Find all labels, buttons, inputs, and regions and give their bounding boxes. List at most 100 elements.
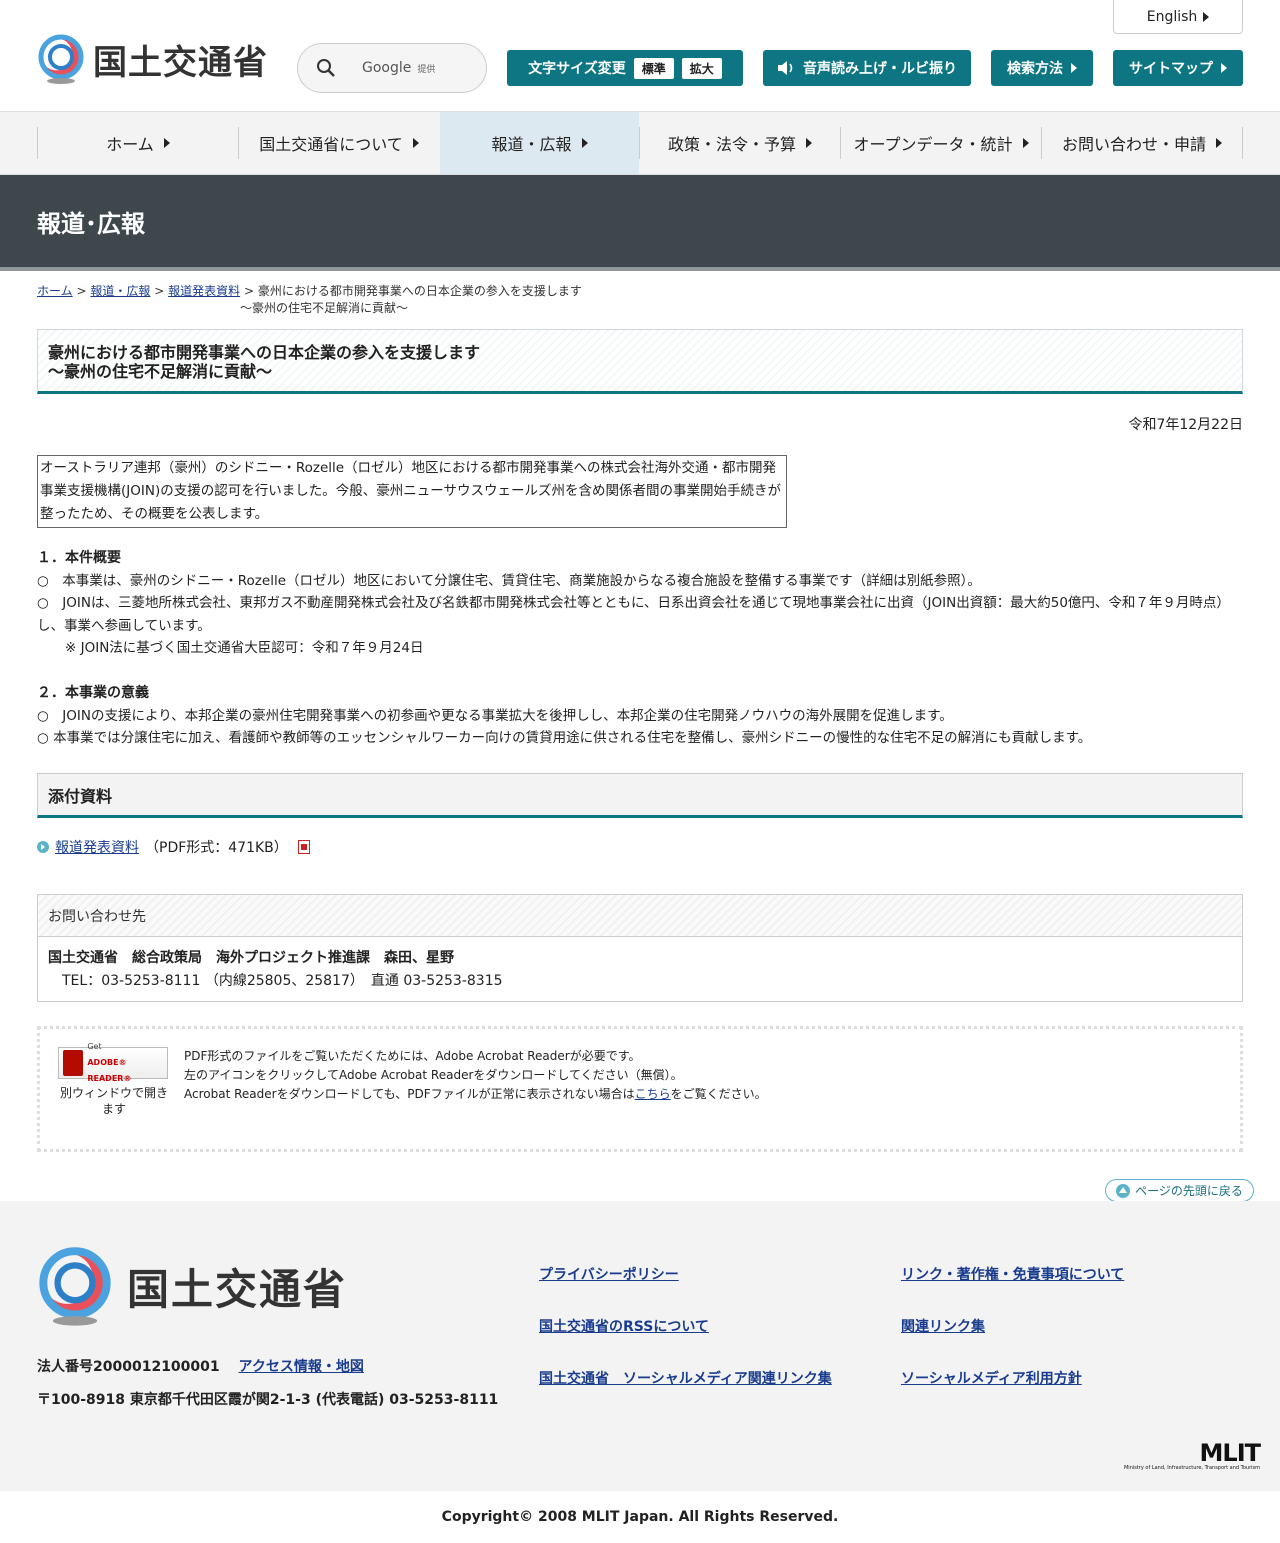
search-method-button[interactable]: 検索方法 <box>991 50 1093 86</box>
nav-item-press[interactable]: 報道・広報 <box>440 112 639 174</box>
breadcrumb-press[interactable]: 報道・広報 <box>90 284 150 298</box>
adobe-reader-icon: Get ADOBE® READER® <box>58 1042 168 1083</box>
intro-text: オーストラリア連邦（豪州）のシドニー・Rozelle（ロゼル）地区における都市開… <box>37 455 787 528</box>
contact-tel: TEL：03-5253-8111 （内線25805、25817） 直通 03-5… <box>62 973 503 989</box>
attachment-link[interactable]: 報道発表資料 <box>55 837 139 857</box>
search-method-label: 検索方法 <box>1007 61 1063 77</box>
breadcrumb-sep: > <box>76 284 87 298</box>
note: ※ JOIN法に基づく国土交通省大臣認可：令和７年９月24日 <box>65 640 424 656</box>
adobe-reader-notice: Get ADOBE® READER® 別ウィンドウで開きます PDF形式のファイ… <box>37 1026 1243 1152</box>
nav-label: 国土交通省について <box>259 135 403 154</box>
arrow-right-icon <box>1221 63 1227 73</box>
back-to-top-label: ページの先頭に戻る <box>1135 1184 1243 1198</box>
page-title-box: 豪州における都市開発事業への日本企業の参入を支援します ～豪州の住宅不足解消に貢… <box>37 329 1243 394</box>
footer-link-social[interactable]: 国土交通省 ソーシャルメディア関連リンク集 <box>539 1368 832 1388</box>
search-provider: Google <box>362 60 412 76</box>
paragraph: ○ JOINは、三菱地所株式会社、東邦ガス不動産開発株式会社及び名鉄都市開発株式… <box>37 595 1230 634</box>
font-large-button[interactable]: 拡大 <box>681 57 722 79</box>
breadcrumb-current: 豪州における都市開発事業への日本企業の参入を支援します <box>257 284 582 298</box>
nav-item-contact[interactable]: お問い合わせ・申請 <box>1042 112 1242 174</box>
arrow-right-icon <box>163 138 170 148</box>
voice-label: 音声読み上げ・ルビ振り <box>803 61 957 77</box>
section-overview: １．本件概要 ○ 本事業は、豪州のシドニー・Rozelle（ロゼル）地区において… <box>37 547 1243 660</box>
site-footer: 国土交通省 法人番号2000012100001 アクセス情報・地図 〒100-8… <box>0 1201 1280 1491</box>
section-band: 報道･広報 <box>0 175 1280 271</box>
english-label: English <box>1146 8 1198 25</box>
search-icon <box>317 59 335 77</box>
adobe-reader-badge[interactable]: Get ADOBE® READER® 別ウィンドウで開きます <box>58 1042 170 1131</box>
nav-item-opendata[interactable]: オープンデータ・統計 <box>841 112 1041 174</box>
page-title: 豪州における都市開発事業への日本企業の参入を支援します <box>48 343 481 362</box>
copyright: Copyright© 2008 MLIT Japan. All Rights R… <box>0 1491 1280 1543</box>
nav-label: お問い合わせ・申請 <box>1061 135 1206 154</box>
section-significance: ２．本事業の意義 ○ JOINの支援により、本邦企業の豪州住宅開発事業への初参画… <box>37 682 1243 750</box>
nav-item-about[interactable]: 国土交通省について <box>239 112 439 174</box>
arrow-right-icon <box>581 138 588 148</box>
footer-link-social-policy[interactable]: ソーシャルメディア利用方針 <box>901 1368 1082 1388</box>
paragraph: ○ 本事業は、豪州のシドニー・Rozelle（ロゼル）地区において分譲住宅、賃貸… <box>37 572 981 589</box>
search-input[interactable]: Google 提供 <box>297 43 487 93</box>
adobe-name: ADOBE® READER® <box>87 1058 132 1083</box>
nav-item-home[interactable]: ホーム <box>38 112 238 174</box>
pdf-icon <box>297 840 310 854</box>
search-provider-sub: 提供 <box>417 64 436 75</box>
footer-link-related[interactable]: 関連リンク集 <box>901 1316 985 1336</box>
footer-link-copyright[interactable]: リンク・著作権・免責事項について <box>901 1264 1124 1284</box>
footer-address: 〒100-8918 東京都千代田区霞が関2-1-3 (代表電話) 03-5253… <box>37 1392 499 1408</box>
arrow-right-icon <box>412 138 419 148</box>
font-standard-button[interactable]: 標準 <box>633 57 674 79</box>
mlit-logo: MLIT <box>1199 1439 1261 1467</box>
arrow-circle-icon <box>37 841 49 853</box>
arrow-up-icon <box>1116 1183 1131 1198</box>
footer-link-privacy[interactable]: プライバシーポリシー <box>539 1264 679 1284</box>
section-heading: １．本件概要 <box>37 550 121 566</box>
arrow-right-icon <box>1022 138 1029 148</box>
attachments-heading: 添付資料 <box>37 773 1243 818</box>
mlit-wordmark: MLIT Ministry of Land, Infrastructure, T… <box>1100 1439 1261 1471</box>
arrow-right-icon <box>806 138 812 148</box>
mlit-subtitle: Ministry of Land, Infrastructure, Transp… <box>1123 1465 1260 1471</box>
adobe-line: をご覧ください。 <box>670 1087 767 1101</box>
breadcrumb-current-sub: ～豪州の住宅不足解消に貢献～ <box>240 301 409 315</box>
attachment-item: 報道発表資料 （PDF形式：471KB） <box>37 837 310 857</box>
page-subtitle: ～豪州の住宅不足解消に貢献～ <box>48 362 273 381</box>
breadcrumb-home[interactable]: ホーム <box>37 284 73 298</box>
arrow-right-icon <box>1216 138 1222 148</box>
section-heading: ２．本事業の意義 <box>37 685 149 701</box>
footer-site-name: 国土交通省 <box>127 1264 348 1314</box>
adobe-get: Get <box>87 1042 102 1051</box>
sitemap-label: サイトマップ <box>1129 61 1213 77</box>
site-logo[interactable]: 国土交通省 <box>37 33 268 85</box>
adobe-line: 左のアイコンをクリックしてAdobe Acrobat Readerをダウンロード… <box>184 1068 683 1082</box>
breadcrumb-sep: > <box>243 284 254 298</box>
paragraph: ○ 本事業では分譲住宅に加え、看護師や教師等のエッセンシャルワーカー向けの賃貸用… <box>37 730 1092 746</box>
corp-number: 法人番号2000012100001 <box>37 1359 220 1375</box>
access-link[interactable]: アクセス情報・地図 <box>239 1359 364 1375</box>
adobe-help-link[interactable]: こちら <box>635 1087 671 1101</box>
speaker-icon <box>778 61 793 75</box>
breadcrumb-releases[interactable]: 報道発表資料 <box>168 284 240 298</box>
english-button[interactable]: English <box>1113 0 1243 34</box>
adobe-line: Acrobat Readerをダウンロードしても、PDFファイルが正常に表示され… <box>184 1087 635 1101</box>
nav-item-policy[interactable]: 政策・法令・予算 <box>640 112 840 174</box>
contact-name: 国土交通省 総合政策局 海外プロジェクト推進課 森田、星野 <box>48 950 454 966</box>
footer-link-rss[interactable]: 国土交通省のRSSについて <box>539 1316 709 1336</box>
publish-date: 令和7年12月22日 <box>1128 417 1243 433</box>
back-to-top-button[interactable]: ページの先頭に戻る <box>1105 1179 1254 1202</box>
sitemap-button[interactable]: サイトマップ <box>1113 50 1243 86</box>
mlit-logo-icon <box>39 1247 111 1326</box>
site-name: 国土交通省 <box>93 42 268 83</box>
arrow-right-icon <box>1203 11 1210 22</box>
font-size-label: 文字サイズ変更 <box>528 61 626 77</box>
nav-label: 報道・広報 <box>491 135 572 154</box>
adobe-logo-icon <box>63 1050 84 1076</box>
mlit-logo-icon <box>38 34 84 84</box>
nav-divider <box>1242 127 1243 159</box>
voice-reading-button[interactable]: 音声読み上げ・ルビ振り <box>763 50 971 86</box>
breadcrumb-sep: > <box>154 284 165 298</box>
site-header: 国土交通省 English Google 提供 文字サイズ変更 標準 拡大 音声… <box>0 0 1280 112</box>
nav-label: 政策・法令・予算 <box>667 135 796 154</box>
font-size-control: 文字サイズ変更 標準 拡大 <box>507 50 743 86</box>
footer-logo[interactable]: 国土交通省 <box>37 1243 347 1329</box>
adobe-caption: 別ウィンドウで開きます <box>59 1086 168 1116</box>
